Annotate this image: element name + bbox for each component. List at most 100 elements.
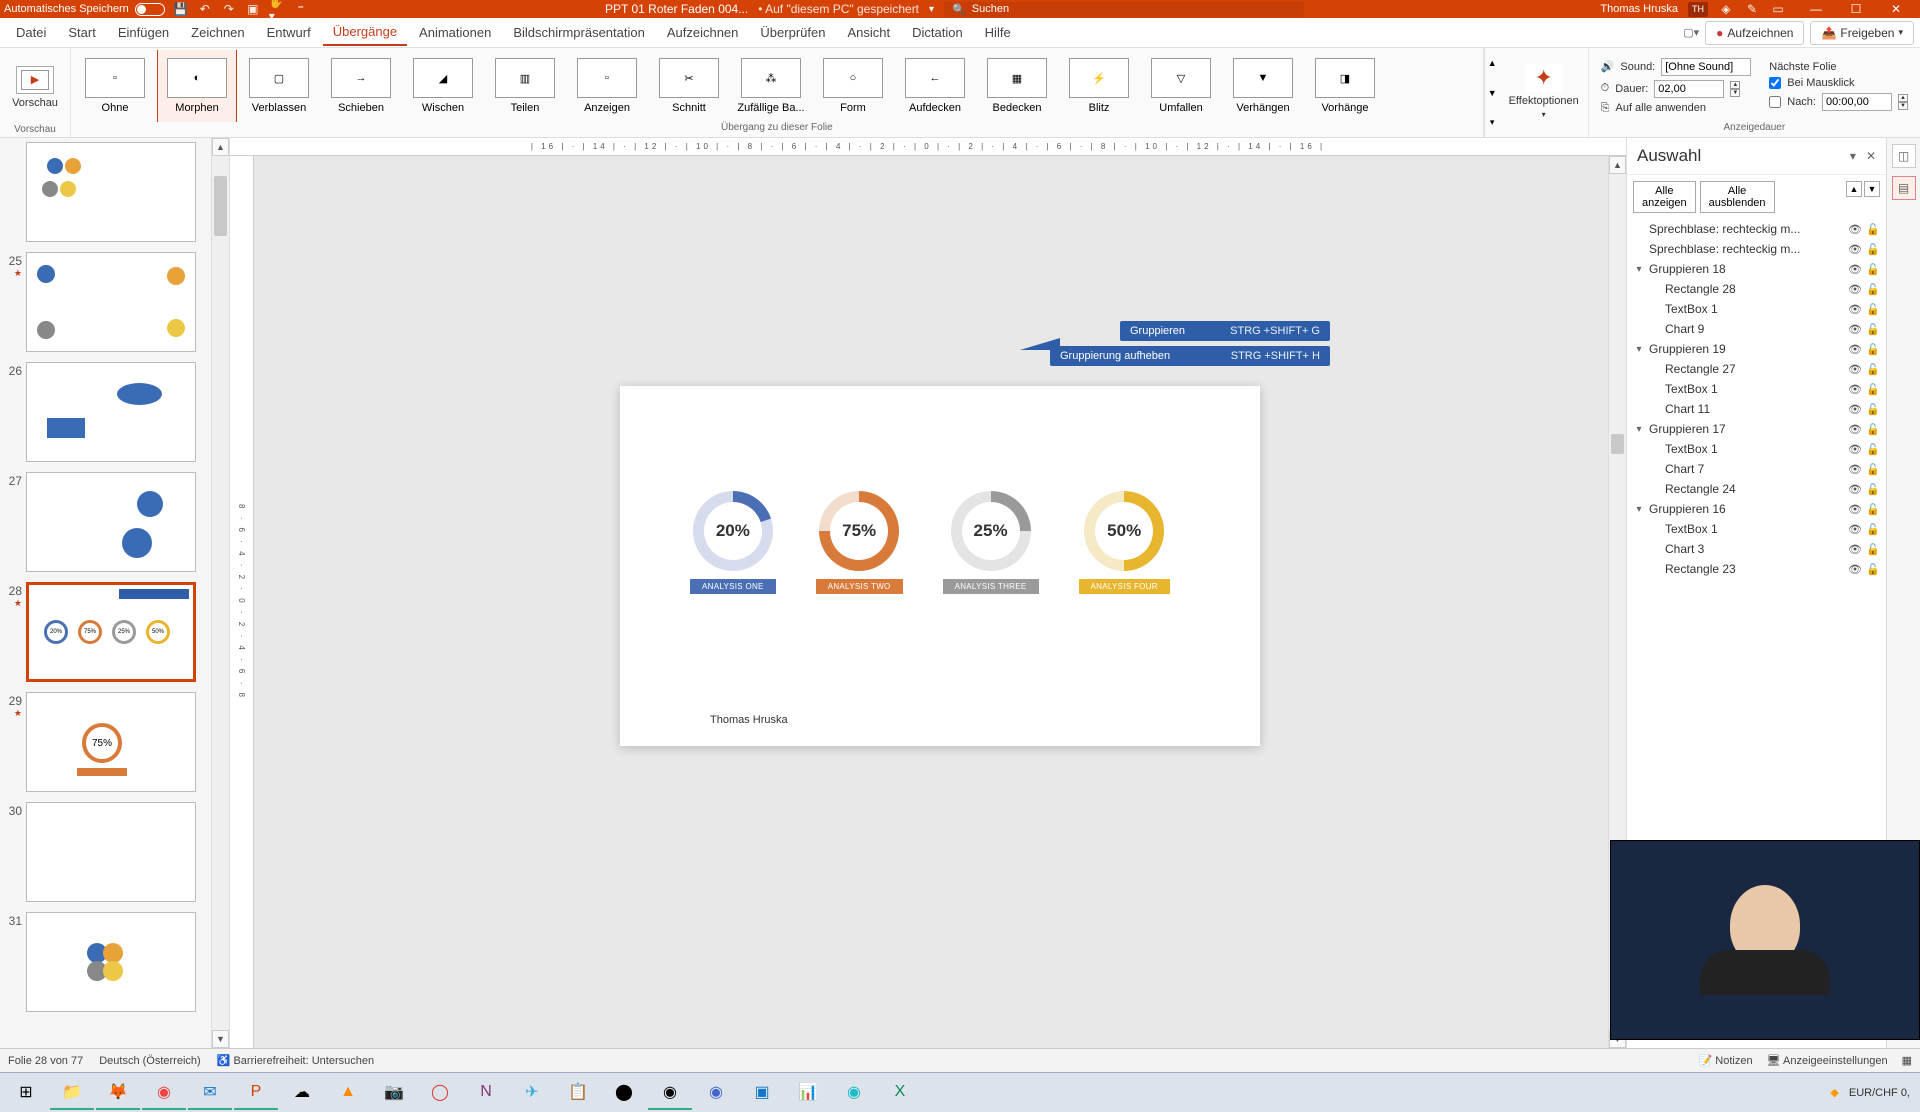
- eye-icon[interactable]: 👁: [1848, 543, 1862, 556]
- spin-up-icon[interactable]: ▲: [1898, 94, 1908, 102]
- thumb-preview[interactable]: 20%75%25%50%: [26, 582, 196, 682]
- eye-icon[interactable]: 👁: [1848, 463, 1862, 476]
- telegram-icon[interactable]: ✈: [510, 1076, 554, 1110]
- thumb-scrollbar[interactable]: ▲ ▼: [211, 138, 229, 1048]
- outlook-icon[interactable]: ✉: [188, 1076, 232, 1110]
- apply-all-button[interactable]: ⎘Auf alle anwenden: [1601, 102, 1752, 115]
- collapse-ribbon-icon[interactable]: ▢▾: [1683, 26, 1699, 39]
- slide-thumb[interactable]: [2, 142, 207, 242]
- tab-bildschirmpräsentation[interactable]: Bildschirmpräsentation: [503, 20, 655, 45]
- transition-umfallen[interactable]: ▽Umfallen: [1141, 50, 1221, 122]
- scroll-up-icon[interactable]: ▲: [1609, 156, 1626, 174]
- app-icon[interactable]: ◈: [1718, 1, 1734, 17]
- thumb-preview[interactable]: [26, 472, 196, 572]
- tab-überprüfen[interactable]: Überprüfen: [750, 20, 835, 45]
- spin-down-icon[interactable]: ▼: [1730, 89, 1740, 97]
- autosave-toggle[interactable]: Automatisches Speichern: [4, 3, 165, 16]
- qat-more-icon[interactable]: ⁼: [293, 1, 309, 17]
- eye-icon[interactable]: 👁: [1848, 403, 1862, 416]
- transition-wischen[interactable]: ◢Wischen: [403, 50, 483, 122]
- eye-icon[interactable]: 👁: [1848, 383, 1862, 396]
- tab-animationen[interactable]: Animationen: [409, 20, 501, 45]
- selection-item[interactable]: ▾Gruppieren 19👁🔓: [1627, 339, 1886, 359]
- tab-übergänge[interactable]: Übergänge: [323, 19, 407, 46]
- window-icon[interactable]: ▭: [1770, 1, 1786, 17]
- lock-icon[interactable]: 🔓: [1866, 323, 1880, 336]
- selection-item[interactable]: ▾Gruppieren 17👁🔓: [1627, 419, 1886, 439]
- spin-down-icon[interactable]: ▼: [1898, 102, 1908, 110]
- scroll-thumb[interactable]: [214, 176, 227, 236]
- eye-icon[interactable]: 👁: [1848, 263, 1862, 276]
- selection-item[interactable]: Rectangle 24👁🔓: [1627, 479, 1886, 499]
- transition-verblassen[interactable]: ▢Verblassen: [239, 50, 319, 122]
- eye-icon[interactable]: 👁: [1848, 483, 1862, 496]
- eye-icon[interactable]: 👁: [1848, 423, 1862, 436]
- lock-icon[interactable]: 🔓: [1866, 283, 1880, 296]
- record-button[interactable]: ●Aufzeichnen: [1705, 21, 1804, 45]
- callout-group[interactable]: GruppierenSTRG +SHIFT+ G: [1120, 321, 1330, 341]
- hide-all-button[interactable]: Alle ausblenden: [1700, 181, 1775, 213]
- powerpoint-icon[interactable]: P: [234, 1076, 278, 1110]
- chevron-icon[interactable]: ▾: [1633, 424, 1645, 435]
- donut-chart[interactable]: 50%ANALYSIS FOUR: [1079, 491, 1170, 594]
- eye-icon[interactable]: 👁: [1848, 363, 1862, 376]
- tab-datei[interactable]: Datei: [6, 20, 56, 45]
- effect-options-button[interactable]: ✦ Effektoptionen ▾: [1504, 55, 1584, 129]
- selection-item[interactable]: ▾Gruppieren 18👁🔓: [1627, 259, 1886, 279]
- eye-icon[interactable]: 👁: [1848, 243, 1862, 256]
- edge-icon[interactable]: ◉: [832, 1076, 876, 1110]
- lock-icon[interactable]: 🔓: [1866, 403, 1880, 416]
- firefox-icon[interactable]: 🦊: [96, 1076, 140, 1110]
- tab-ansicht[interactable]: Ansicht: [837, 20, 900, 45]
- selection-item[interactable]: Chart 7👁🔓: [1627, 459, 1886, 479]
- gallery-up-icon[interactable]: ▲: [1485, 48, 1500, 78]
- lock-icon[interactable]: 🔓: [1866, 563, 1880, 576]
- donut-chart[interactable]: 75%ANALYSIS TWO: [816, 491, 903, 594]
- eye-icon[interactable]: 👁: [1848, 323, 1862, 336]
- selection-item[interactable]: ▾Gruppieren 16👁🔓: [1627, 499, 1886, 519]
- tab-dictation[interactable]: Dictation: [902, 20, 973, 45]
- app-icon[interactable]: ◯: [418, 1076, 462, 1110]
- obs-icon[interactable]: ◉: [648, 1076, 692, 1110]
- callout-ungroup[interactable]: Gruppierung aufhebenSTRG +SHIFT+ H: [1050, 346, 1330, 366]
- transition-ohne[interactable]: ▫Ohne: [75, 50, 155, 122]
- rail-icon[interactable]: ◫: [1892, 144, 1916, 168]
- tab-hilfe[interactable]: Hilfe: [975, 20, 1021, 45]
- app-icon[interactable]: 📋: [556, 1076, 600, 1110]
- selection-item[interactable]: TextBox 1👁🔓: [1627, 439, 1886, 459]
- close-icon[interactable]: ✕: [1866, 149, 1876, 163]
- eye-icon[interactable]: 👁: [1848, 303, 1862, 316]
- move-down-icon[interactable]: ▼: [1864, 181, 1880, 197]
- transition-aufdecken[interactable]: ←Aufdecken: [895, 50, 975, 122]
- thumb-preview[interactable]: [26, 252, 196, 352]
- transition-vorhnge[interactable]: ◨Vorhänge: [1305, 50, 1385, 122]
- selection-item[interactable]: Chart 11👁🔓: [1627, 399, 1886, 419]
- tab-entwurf[interactable]: Entwurf: [257, 20, 321, 45]
- onenote-icon[interactable]: N: [464, 1076, 508, 1110]
- app-icon[interactable]: ◉: [694, 1076, 738, 1110]
- ticker-text[interactable]: EUR/CHF 0,: [1849, 1087, 1910, 1099]
- chevron-down-icon[interactable]: ▾: [929, 4, 934, 15]
- present-icon[interactable]: ▣: [245, 1, 261, 17]
- lock-icon[interactable]: 🔓: [1866, 443, 1880, 456]
- thumb-preview[interactable]: [26, 142, 196, 242]
- gallery-more-icon[interactable]: ▾: [1485, 107, 1500, 137]
- transition-teilen[interactable]: ▥Teilen: [485, 50, 565, 122]
- start-button[interactable]: ⊞: [4, 1076, 48, 1110]
- language-button[interactable]: Deutsch (Österreich): [99, 1055, 200, 1067]
- slide-counter[interactable]: Folie 28 von 77: [8, 1055, 83, 1067]
- vlc-icon[interactable]: ▲: [326, 1076, 370, 1110]
- chrome-icon[interactable]: ◉: [142, 1076, 186, 1110]
- slide-thumb[interactable]: 26: [2, 362, 207, 462]
- selection-item[interactable]: TextBox 1👁🔓: [1627, 519, 1886, 539]
- chevron-icon[interactable]: ▾: [1633, 264, 1645, 275]
- thumb-preview[interactable]: [26, 362, 196, 462]
- app-icon[interactable]: ▣: [740, 1076, 784, 1110]
- tab-zeichnen[interactable]: Zeichnen: [181, 20, 254, 45]
- transition-morphen[interactable]: ◐Morphen: [157, 50, 237, 122]
- scroll-down-icon[interactable]: ▼: [212, 1030, 229, 1048]
- app-icon[interactable]: ⬤: [602, 1076, 646, 1110]
- transition-schieben[interactable]: →Schieben: [321, 50, 401, 122]
- transition-schnitt[interactable]: ✂Schnitt: [649, 50, 729, 122]
- ticker-icon[interactable]: ◆: [1830, 1086, 1838, 1099]
